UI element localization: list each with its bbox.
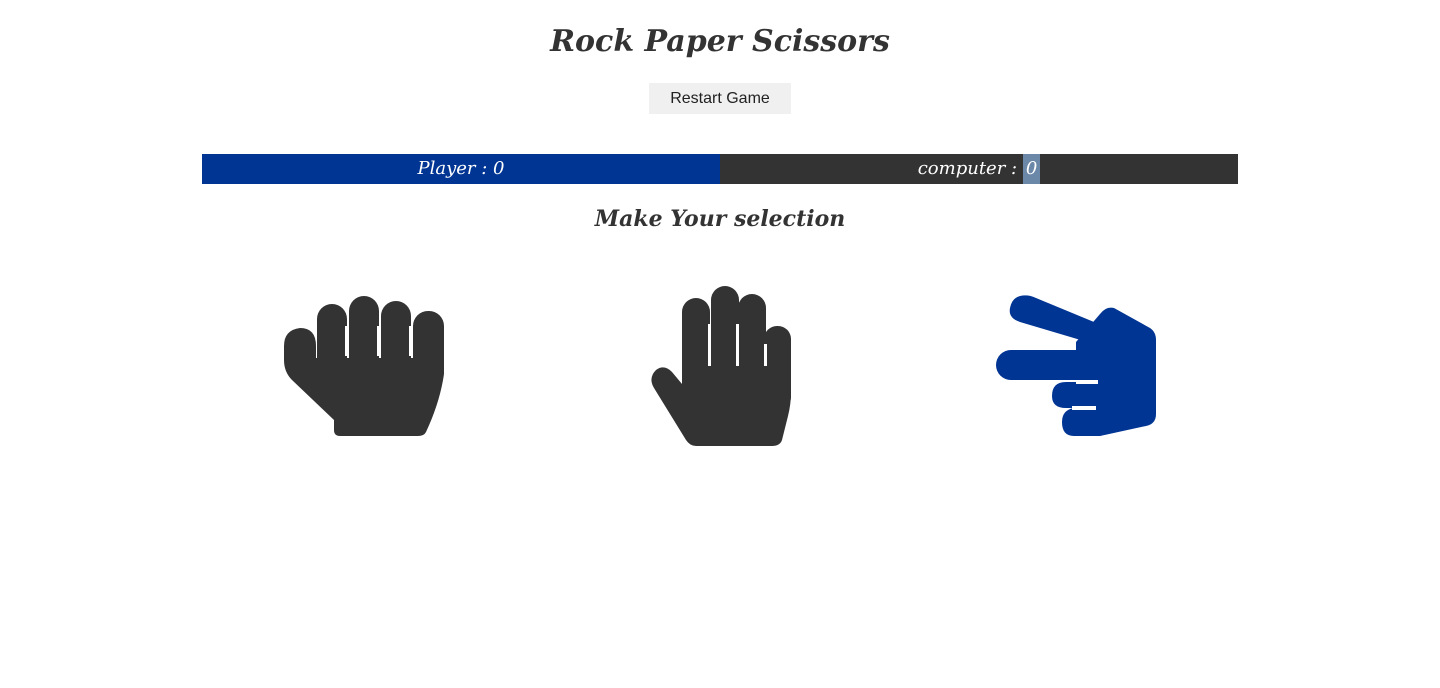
hand-scissors-icon bbox=[996, 295, 1156, 436]
page-title: Rock Paper Scissors bbox=[550, 24, 890, 59]
computer-score-value: 0 bbox=[1022, 154, 1041, 184]
player-score-value: 0 bbox=[493, 158, 505, 179]
computer-score-label: computer : bbox=[917, 158, 1023, 179]
restart-game-button[interactable]: Restart Game bbox=[649, 83, 791, 114]
hand-rock-icon bbox=[284, 296, 444, 436]
hand-paper-icon bbox=[651, 286, 791, 446]
rock-choice-button[interactable] bbox=[282, 294, 446, 438]
computer-score-panel: computer : 0 bbox=[720, 154, 1238, 184]
player-score-label: Player : bbox=[417, 158, 494, 179]
scissors-choice-button[interactable] bbox=[994, 294, 1158, 438]
paper-choice-button[interactable] bbox=[648, 284, 794, 448]
scoreboard: Player : 0 computer : 0 bbox=[202, 154, 1238, 184]
player-score-panel: Player : 0 bbox=[202, 154, 720, 184]
selection-prompt: Make Your selection bbox=[594, 206, 846, 232]
